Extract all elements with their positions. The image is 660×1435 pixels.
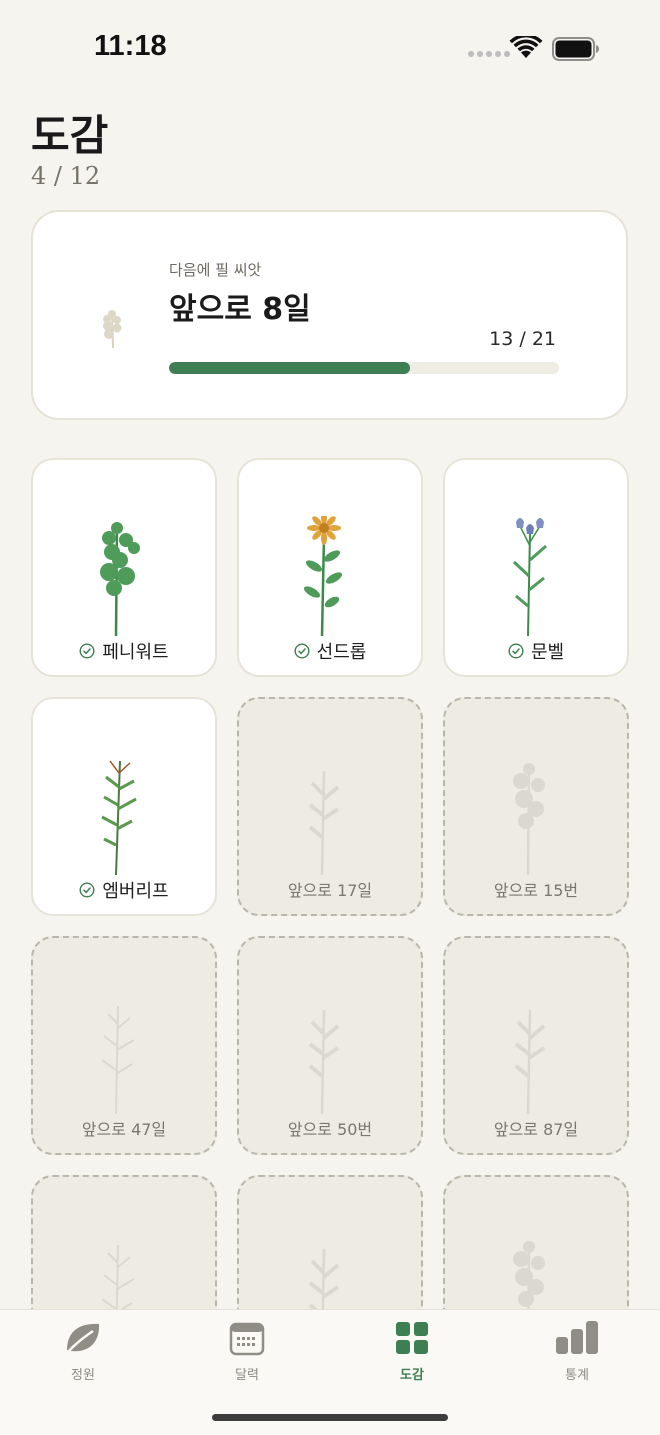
- collection-tile-text: 앞으로 50번: [287, 1120, 373, 1139]
- locked-collection-tile[interactable]: [31, 1175, 217, 1309]
- check-circle-icon: [508, 643, 524, 659]
- sprig-plant-icon: [308, 1248, 340, 1309]
- collection-tile-label: 앞으로 17일: [239, 877, 421, 901]
- check-circle-icon: [79, 643, 95, 659]
- home-indicator: [212, 1414, 448, 1421]
- page-title: 도감: [31, 111, 109, 160]
- locked-collection-tile[interactable]: [237, 1175, 423, 1309]
- tab-garden-label: 정원: [71, 1368, 95, 1383]
- tab-calendar-label: 달력: [235, 1368, 259, 1383]
- next-seed-ratio: 13 / 21: [489, 328, 556, 350]
- fern-plant-icon: [101, 1005, 135, 1115]
- round-plant-icon: [513, 1241, 545, 1309]
- collection-progress: 4 / 12: [31, 162, 101, 190]
- next-seed-countdown: 앞으로 8일: [169, 292, 311, 327]
- tab-stats-label: 통계: [565, 1368, 589, 1383]
- collection-tile-pennywort[interactable]: 페니워트: [31, 458, 217, 677]
- wifi-icon: [509, 36, 543, 58]
- collection-tile-text: 앞으로 15번: [493, 881, 579, 900]
- leaf-icon: [66, 1323, 100, 1354]
- tab-collection-label: 도감: [400, 1368, 424, 1383]
- tab-calendar[interactable]: 달력: [197, 1320, 297, 1383]
- locked-collection-tile[interactable]: 앞으로 87일: [443, 936, 629, 1155]
- check-circle-icon: [79, 882, 95, 898]
- sprig-plant-icon: [514, 1009, 546, 1115]
- fern-plant-icon: [101, 1244, 135, 1309]
- locked-collection-tile[interactable]: 앞으로 47일: [31, 936, 217, 1155]
- collection-tile-text: 앞으로 17일: [287, 881, 373, 900]
- battery-icon: [552, 37, 599, 61]
- collection-tile-text: 앞으로 47일: [81, 1120, 167, 1139]
- collection-tile-label: 앞으로 50번: [239, 1116, 421, 1140]
- collection-tile-text: 엠버리프: [102, 881, 169, 902]
- collection-tile-text: 선드롭: [316, 642, 367, 663]
- emberleaf-plant-icon: [101, 760, 137, 876]
- status-time: 11:18: [94, 30, 167, 62]
- moonbell-plant-icon: [512, 518, 547, 637]
- cellular-signal-icon: [468, 51, 510, 57]
- collection-tile-text: 페니워트: [102, 642, 169, 663]
- collection-grid: 페니워트 선드롭 문벨엠버리프 앞으로 17일 앞으로 15번앞으로 47일 앞으로 50…: [31, 458, 631, 1309]
- eucalyptus-sprig-icon: [103, 310, 122, 349]
- calendar-icon: [229, 1322, 265, 1356]
- next-seed-label: 다음에 필 씨앗: [169, 261, 262, 279]
- bar-chart-icon: [556, 1321, 598, 1354]
- round-plant-icon: [513, 763, 545, 876]
- collection-tile-label: 앞으로 87일: [445, 1116, 627, 1140]
- sprig-plant-icon: [308, 1009, 340, 1115]
- check-circle-icon: [294, 643, 310, 659]
- next-seed-progress-fill: [169, 362, 411, 374]
- sundrop-plant-icon: [303, 516, 343, 637]
- locked-collection-tile[interactable]: 앞으로 17일: [237, 697, 423, 916]
- collection-tile-label: 앞으로 15번: [445, 877, 627, 901]
- collection-tile-text: 앞으로 87일: [493, 1120, 579, 1139]
- collection-tile-text: 문벨: [530, 642, 565, 663]
- collection-tile-label: 문벨: [445, 638, 627, 664]
- collection-tile-label: 앞으로 47일: [33, 1116, 215, 1140]
- collection-tile-moonbell[interactable]: 문벨: [443, 458, 629, 677]
- status-bar: 11:18: [0, 0, 660, 96]
- collection-tile-label: 엠버리프: [33, 877, 215, 903]
- tab-collection[interactable]: 도감: [362, 1320, 462, 1383]
- pennywort-plant-icon: [100, 522, 140, 637]
- tab-garden[interactable]: 정원: [33, 1320, 133, 1383]
- collection-tile-label: 페니워트: [33, 638, 215, 664]
- next-seed-progress-bar: [169, 362, 559, 374]
- locked-collection-tile[interactable]: 앞으로 50번: [237, 936, 423, 1155]
- sprig-plant-icon: [308, 770, 340, 876]
- grid-icon: [396, 1322, 428, 1354]
- tab-stats[interactable]: 통계: [527, 1320, 627, 1383]
- locked-collection-tile[interactable]: [443, 1175, 629, 1309]
- locked-collection-tile[interactable]: 앞으로 15번: [443, 697, 629, 916]
- next-seed-card[interactable]: 다음에 필 씨앗 앞으로 8일 13 / 21: [31, 210, 628, 420]
- collection-tile-emberleaf[interactable]: 엠버리프: [31, 697, 217, 916]
- collection-tile-label: 선드롭: [239, 638, 421, 664]
- collection-tile-sundrop[interactable]: 선드롭: [237, 458, 423, 677]
